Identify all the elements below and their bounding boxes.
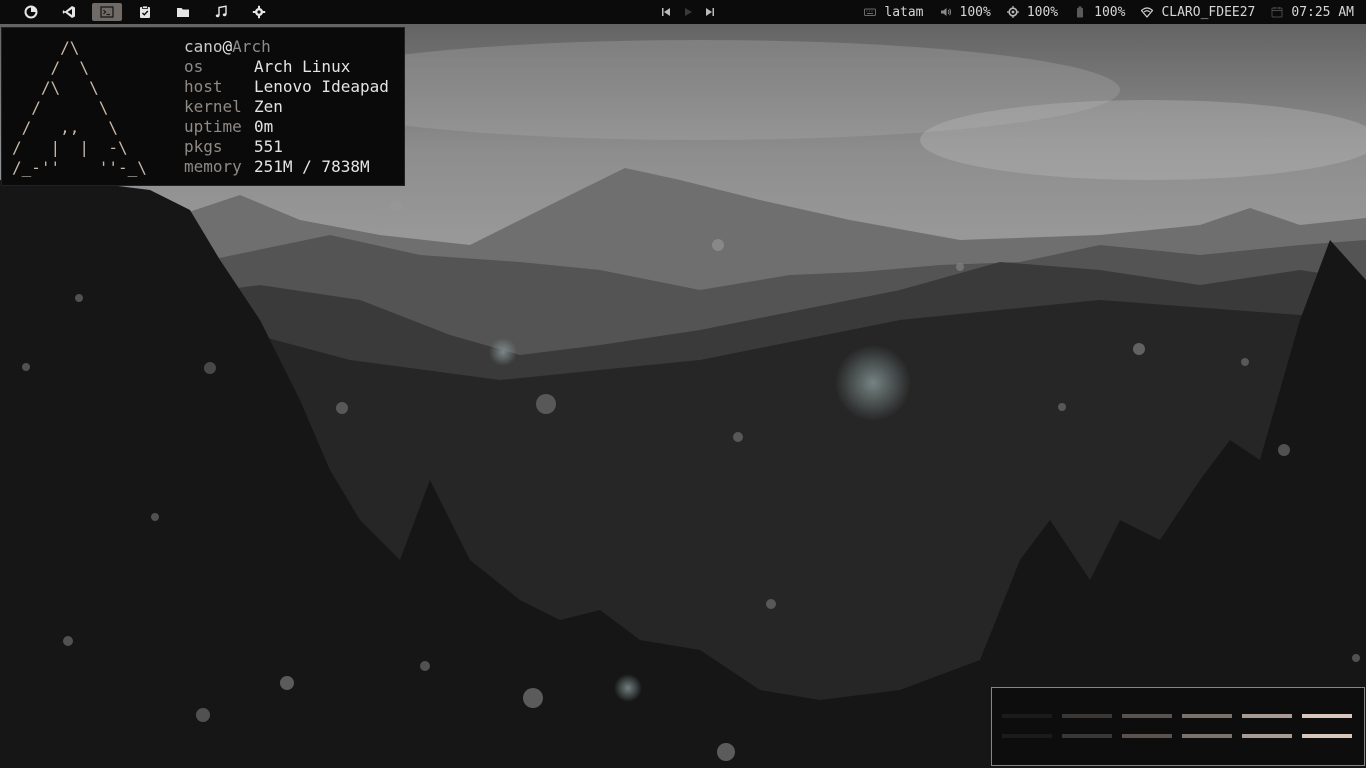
keyboard-icon — [864, 8, 877, 16]
color-swatch — [1122, 734, 1172, 738]
desktop: latam 100% 100% 100% CLARO_FDEE27 07:25 … — [0, 0, 1366, 768]
previous-button[interactable] — [655, 0, 677, 24]
firefox-icon — [24, 5, 38, 19]
color-swatch — [1122, 714, 1172, 718]
battery-indicator[interactable]: 100% — [1074, 5, 1125, 20]
username: cano — [184, 37, 223, 56]
color-swatch — [1002, 714, 1052, 718]
palette-row-top — [1002, 714, 1362, 718]
terminal-window[interactable]: /\ / \ /\ \ / \ / ,, \ / | | -\ /_-'' ''… — [1, 27, 405, 186]
vscode-icon — [62, 6, 75, 18]
settings-button[interactable] — [244, 3, 274, 21]
brightness-indicator[interactable]: 100% — [1006, 4, 1059, 20]
color-swatch — [1002, 734, 1052, 738]
brightness-icon — [1006, 6, 1019, 18]
music-icon — [215, 5, 227, 18]
arch-ascii-logo: /\ / \ /\ \ / \ / ,, \ / | | -\ /_-'' ''… — [12, 38, 147, 177]
color-palette-window[interactable] — [991, 687, 1365, 766]
hostname: Arch — [232, 37, 271, 56]
color-swatch — [1242, 714, 1292, 718]
color-swatch — [1182, 734, 1232, 738]
color-swatch — [1302, 714, 1352, 718]
keyboard-layout-indicator[interactable]: latam — [864, 4, 924, 20]
info-row-memory: memory 251M / 7838M — [184, 157, 389, 177]
volume-icon — [940, 8, 951, 16]
wifi-ssid-label: CLARO_FDEE27 — [1161, 4, 1256, 20]
info-row-uptime: uptime 0m — [184, 117, 389, 137]
volume-indicator[interactable]: 100% — [940, 5, 991, 20]
info-key: kernel — [184, 97, 242, 116]
info-key: os — [184, 57, 204, 76]
info-value: 551 — [254, 137, 283, 156]
palette-row-bottom — [1002, 734, 1362, 738]
terminal-icon — [100, 6, 114, 18]
workspace-launcher — [0, 0, 282, 24]
info-key: pkgs — [184, 137, 223, 156]
info-row-kernel: kernel Zen — [184, 97, 389, 117]
status-area: latam 100% 100% 100% CLARO_FDEE27 07:25 … — [848, 0, 1354, 24]
battery-icon — [1077, 6, 1084, 18]
folder-icon — [177, 8, 189, 17]
terminal-button[interactable] — [92, 3, 122, 21]
info-key: memory — [184, 157, 242, 176]
system-info: cano @ Arch os Arch Linux host Lenovo Idea… — [184, 37, 389, 177]
settings-icon — [252, 5, 266, 19]
previous-icon — [662, 8, 670, 16]
next-icon — [706, 8, 714, 16]
vscode-button[interactable] — [54, 3, 84, 21]
firefox-button[interactable] — [16, 3, 46, 21]
clock[interactable]: 07:25 AM — [1271, 5, 1354, 20]
tasks-button[interactable] — [130, 3, 160, 21]
info-row-host: host Lenovo Ideapad — [184, 77, 389, 97]
color-swatch — [1302, 734, 1352, 738]
info-row-os: os Arch Linux — [184, 57, 389, 77]
info-value: Lenovo Ideapad — [254, 77, 389, 96]
color-swatch — [1062, 734, 1112, 738]
info-value: 0m — [254, 117, 274, 136]
files-button[interactable] — [168, 3, 198, 21]
info-value: 251M / 7838M — [254, 157, 370, 176]
brightness-label: 100% — [1026, 4, 1059, 20]
top-bar: latam 100% 100% 100% CLARO_FDEE27 07:25 … — [0, 0, 1366, 24]
color-swatch — [1062, 714, 1112, 718]
media-controls — [655, 0, 721, 24]
info-value: Arch Linux — [254, 57, 351, 76]
music-button[interactable] — [206, 3, 236, 21]
wifi-indicator[interactable]: CLARO_FDEE27 — [1141, 5, 1255, 20]
user-host-line: cano @ Arch — [184, 37, 389, 57]
calendar-icon — [1271, 7, 1283, 18]
tasks-icon — [140, 5, 150, 18]
info-row-pkgs: pkgs 551 — [184, 137, 389, 157]
next-button[interactable] — [699, 0, 721, 24]
info-value: Zen — [254, 97, 283, 116]
wifi-icon — [1141, 7, 1154, 18]
info-key: host — [184, 77, 223, 96]
play-icon — [685, 8, 692, 16]
keyboard-layout-label: latam — [884, 4, 924, 20]
at-sign: @ — [222, 37, 233, 56]
color-swatch — [1182, 714, 1232, 718]
volume-label: 100% — [959, 4, 991, 20]
play-button[interactable] — [677, 0, 699, 24]
info-key: uptime — [184, 117, 242, 136]
clock-label: 07:25 AM — [1291, 4, 1354, 20]
battery-label: 100% — [1094, 4, 1126, 20]
color-swatch — [1242, 734, 1292, 738]
